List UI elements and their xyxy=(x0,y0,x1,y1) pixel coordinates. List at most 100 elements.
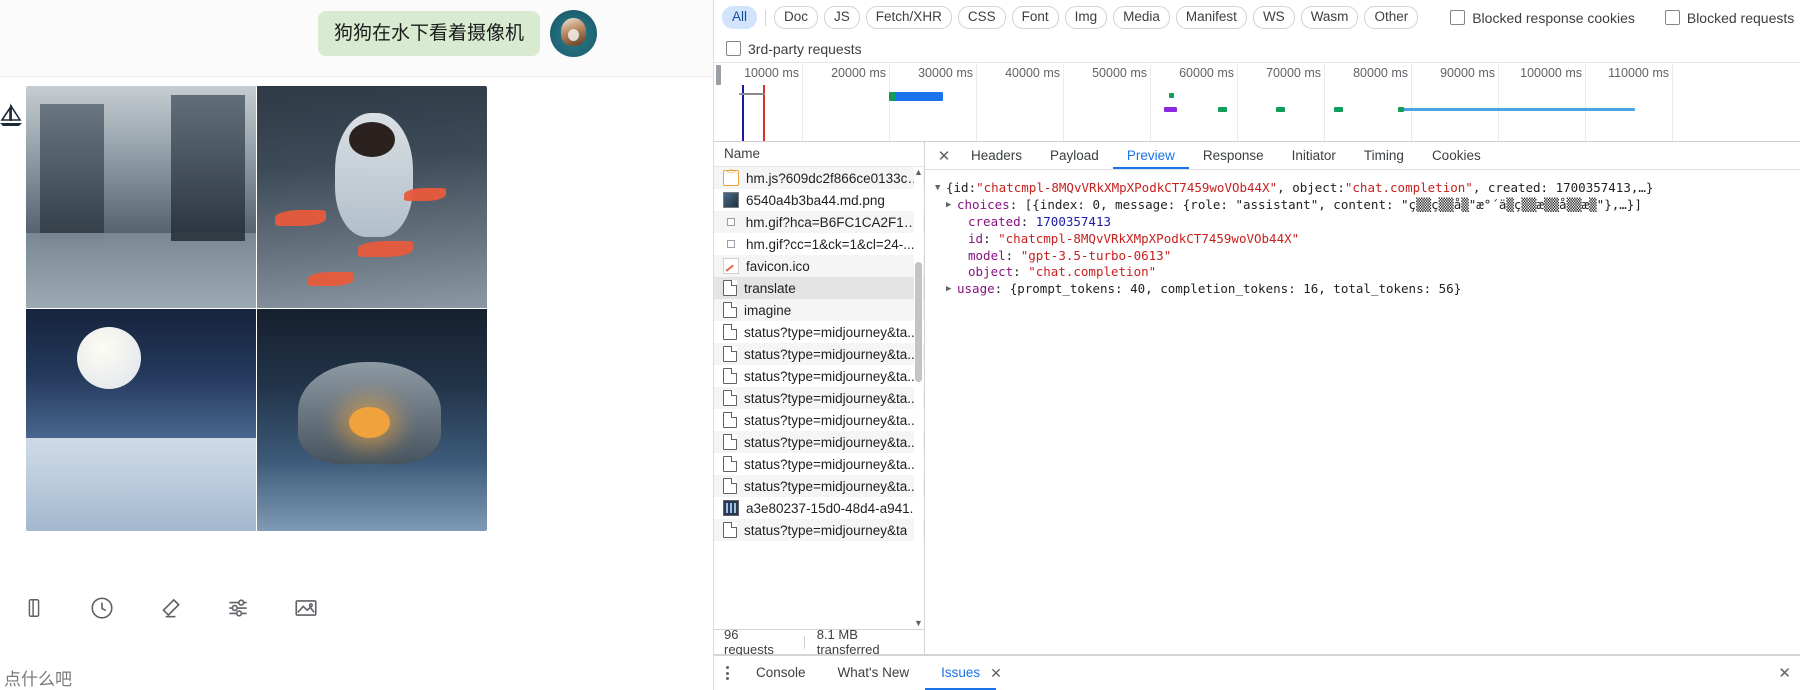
favicon-icon xyxy=(723,258,739,274)
drawer-close-icon[interactable]: ✕ xyxy=(1778,664,1791,682)
request-row[interactable]: status?type=midjourney&ta... xyxy=(714,343,924,365)
network-overview-timeline[interactable]: 10000 ms 20000 ms 30000 ms 40000 ms 5000… xyxy=(714,62,1800,142)
overview-tick-label: 10000 ms xyxy=(744,66,799,80)
filter-pill-css[interactable]: CSS xyxy=(957,6,1006,29)
overview-tick-label: 30000 ms xyxy=(918,66,973,80)
request-row[interactable]: status?type=midjourney&ta... xyxy=(714,453,924,475)
filter-pill-media[interactable]: Media xyxy=(1113,6,1170,29)
tab-payload[interactable]: Payload xyxy=(1036,142,1113,169)
gallery-image-flooded-city-street[interactable] xyxy=(26,86,256,308)
drawer-tab-issues[interactable]: Issues xyxy=(925,656,996,690)
request-name: status?type=midjourney&ta... xyxy=(744,346,919,362)
filter-pill-wasm[interactable]: Wasm xyxy=(1300,6,1359,29)
json-id-line: id: "chatcmpl-8MQvVRkXMpXPodkCT7459woVOb… xyxy=(968,230,1300,246)
avatar[interactable] xyxy=(550,10,597,57)
request-row[interactable]: status?type=midjourney&ta xyxy=(714,519,924,541)
request-name: a3e80237-15d0-48d4-a941... xyxy=(746,500,921,516)
tab-cookies[interactable]: Cookies xyxy=(1418,142,1495,169)
request-row[interactable]: status?type=midjourney&ta... xyxy=(714,321,924,343)
checkbox-box xyxy=(726,41,741,56)
checkbox-box xyxy=(1450,10,1466,25)
request-name: hm.js?609dc2f866ce0133cd... xyxy=(746,170,924,186)
tab-initiator[interactable]: Initiator xyxy=(1278,142,1350,169)
request-row[interactable]: hm.gif?hca=B6FC1CA2F18A... xyxy=(714,211,924,233)
blocked-requests-checkbox[interactable]: Blocked requests xyxy=(1664,10,1794,26)
request-list-body[interactable]: hm.js?609dc2f866ce0133cd... 6540a4b3ba44… xyxy=(714,167,924,629)
scrollbar-thumb[interactable] xyxy=(915,262,922,382)
panel-icon[interactable] xyxy=(0,580,68,636)
drawer-tab-whats-new[interactable]: What's New xyxy=(822,656,926,690)
json-value-usage: : {prompt_tokens: 40, completion_tokens:… xyxy=(994,281,1462,297)
overview-left-handle[interactable] xyxy=(716,65,721,85)
sliders-icon[interactable] xyxy=(204,580,272,636)
chevron-down-icon[interactable]: ▼ xyxy=(935,180,946,197)
request-row[interactable]: status?type=midjourney&ta... xyxy=(714,431,924,453)
chat-message-row: 狗狗在水下看着摄像机 xyxy=(317,10,597,57)
request-row[interactable]: hm.gif?cc=1&ck=1&cl=24-... xyxy=(714,233,924,255)
filter-pill-manifest[interactable]: Manifest xyxy=(1175,6,1247,29)
request-list-scrollbar[interactable]: ▲ ▼ xyxy=(914,167,923,629)
filter-pill-other[interactable]: Other xyxy=(1364,6,1419,29)
gallery-image-sea-monster-ship[interactable] xyxy=(257,309,487,531)
web-app-toolbar xyxy=(0,580,713,636)
overview-tick-label: 110000 ms xyxy=(1608,66,1669,80)
request-list-panel: Name hm.js?609dc2f866ce0133cd... 6540a4b… xyxy=(714,142,925,657)
filter-pill-font[interactable]: Font xyxy=(1011,6,1059,29)
doc-icon xyxy=(723,456,737,472)
small-dot-icon xyxy=(727,218,735,226)
json-choices-line[interactable]: ▶ choices : [{index: 0, message: {role: … xyxy=(935,197,1800,214)
request-row[interactable]: status?type=midjourney&ta... xyxy=(714,475,924,497)
filter-pill-fetch-xhr[interactable]: Fetch/XHR xyxy=(865,6,952,29)
json-preview-tree[interactable]: ▼ {id: "chatcmpl-8MQvVRkXMpXPodkCT7459wo… xyxy=(925,170,1800,654)
chevron-right-icon[interactable]: ▶ xyxy=(946,197,957,214)
scroll-down-arrow[interactable]: ▼ xyxy=(914,618,923,629)
image-icon[interactable] xyxy=(272,580,340,636)
request-row[interactable]: status?type=midjourney&ta... xyxy=(714,365,924,387)
third-party-requests-checkbox[interactable]: 3rd-party requests xyxy=(726,41,862,57)
filter-pill-js[interactable]: JS xyxy=(824,6,860,29)
json-key-usage: usage xyxy=(957,281,995,297)
request-row[interactable]: status?type=midjourney&ta... xyxy=(714,387,924,409)
gallery-image-woman-with-koi-fish[interactable] xyxy=(257,86,487,308)
request-name: favicon.ico xyxy=(746,258,810,274)
request-list-column-header[interactable]: Name xyxy=(714,142,924,167)
gallery-image-moonlit-waves-pagoda[interactable] xyxy=(26,309,256,531)
doc-icon xyxy=(723,324,737,340)
doc-icon xyxy=(723,522,737,538)
json-root-line[interactable]: ▼ {id: "chatcmpl-8MQvVRkXMpXPodkCT7459wo… xyxy=(935,180,1800,197)
json-key-id: id xyxy=(968,230,984,246)
drawer-tab-console[interactable]: Console xyxy=(740,656,822,690)
request-row[interactable]: 6540a4b3ba44.md.png xyxy=(714,189,924,211)
close-detail-icon[interactable]: ✕ xyxy=(931,142,957,169)
request-row[interactable]: favicon.ico xyxy=(714,255,924,277)
filter-pill-all[interactable]: All xyxy=(722,6,758,29)
scroll-up-arrow[interactable]: ▲ xyxy=(914,167,923,178)
blocked-response-cookies-checkbox[interactable]: Blocked response cookies xyxy=(1450,10,1635,26)
json-usage-line[interactable]: ▶ usage : {prompt_tokens: 40, completion… xyxy=(935,281,1800,298)
tab-preview[interactable]: Preview xyxy=(1113,142,1189,169)
screen-root: 狗狗在水下看着摄像机 点什么吧 All Doc JS Fetch/XHR CSS… xyxy=(0,0,1800,690)
eraser-icon[interactable] xyxy=(136,580,204,636)
tab-headers[interactable]: Headers xyxy=(957,142,1036,169)
overview-tick-label: 90000 ms xyxy=(1440,66,1495,80)
overview-request-bar xyxy=(1276,107,1285,112)
request-row[interactable]: hm.js?609dc2f866ce0133cd... xyxy=(714,167,924,189)
request-row[interactable]: status?type=midjourney&ta... xyxy=(714,409,924,431)
more-options-icon[interactable] xyxy=(714,666,740,680)
request-name: status?type=midjourney&ta xyxy=(744,522,908,538)
history-clock-icon[interactable] xyxy=(68,580,136,636)
tab-response[interactable]: Response xyxy=(1189,142,1278,169)
doc-icon xyxy=(723,412,737,428)
filter-pill-img[interactable]: Img xyxy=(1064,6,1108,29)
request-row-selected[interactable]: translate xyxy=(714,277,924,299)
overview-tick-label: 100000 ms xyxy=(1520,66,1582,80)
drawer-tab-close-icon[interactable]: ✕ xyxy=(990,665,1002,682)
request-row[interactable]: a3e80237-15d0-48d4-a941... xyxy=(714,497,924,519)
chevron-right-icon[interactable]: ▶ xyxy=(946,281,957,298)
filter-pill-doc[interactable]: Doc xyxy=(774,6,819,29)
filter-pill-ws[interactable]: WS xyxy=(1252,6,1295,29)
json-root-mid: , object: xyxy=(1277,180,1345,195)
request-name: translate xyxy=(744,280,796,296)
request-row[interactable]: imagine xyxy=(714,299,924,321)
tab-timing[interactable]: Timing xyxy=(1350,142,1418,169)
